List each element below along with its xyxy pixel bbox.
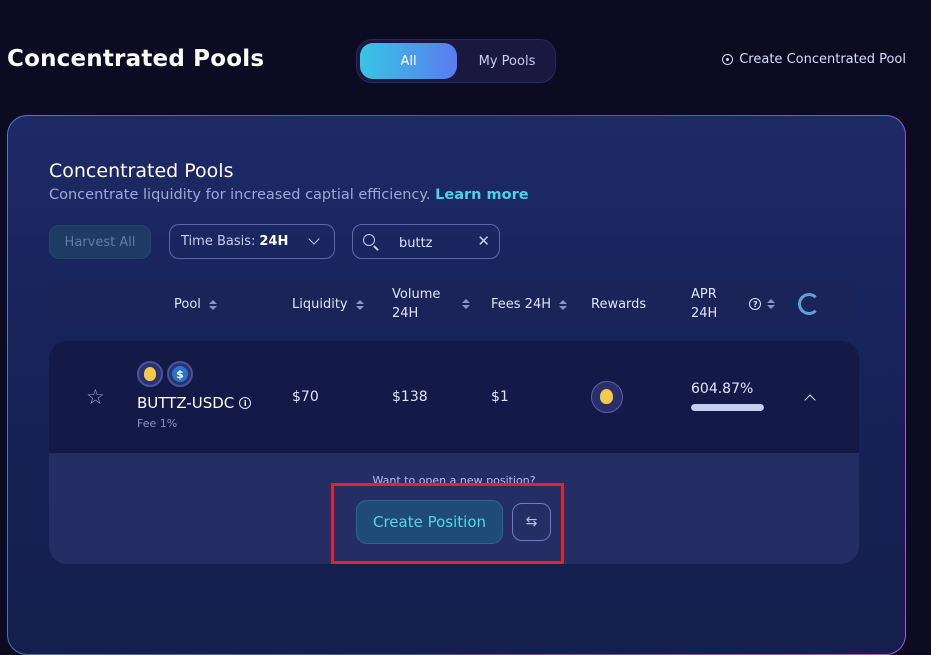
- header-volume-line2: 24H: [392, 306, 419, 321]
- chevron-down-icon: [308, 233, 320, 245]
- pool-filter-toggle: All My Pools: [356, 39, 556, 83]
- pool-fee: Fee 1%: [137, 417, 178, 430]
- apr-progress-bar: [691, 404, 764, 411]
- header-liquidity-label: Liquidity: [292, 297, 348, 312]
- header-rewards: Rewards: [591, 295, 646, 314]
- time-basis-value: 24H: [259, 234, 289, 249]
- help-icon[interactable]: ?: [749, 298, 762, 310]
- highlight-box: [331, 483, 564, 564]
- header-apr-line1: APR: [691, 287, 717, 302]
- learn-more-link[interactable]: Learn more: [435, 187, 528, 203]
- header-fees-label: Fees 24H: [491, 297, 551, 312]
- favorite-star-icon[interactable]: ☆: [86, 385, 105, 409]
- plus-circle-icon: [722, 54, 734, 65]
- pool-apr: 604.87%: [691, 381, 754, 397]
- usdc-token-icon: [167, 361, 193, 387]
- search-icon: [363, 234, 375, 246]
- table-header: Pool Liquidity Volume 24H Fees 24H Rewar…: [49, 280, 859, 328]
- create-concentrated-pool-link[interactable]: Create Concentrated Pool: [722, 52, 906, 67]
- sort-icon: [355, 299, 364, 310]
- pool-pair-name: BUTTZ-USDC: [137, 394, 235, 412]
- panel-title: Concentrated Pools: [49, 160, 234, 182]
- chevron-up-icon[interactable]: [804, 394, 816, 406]
- clear-search-icon[interactable]: ✕: [477, 232, 490, 250]
- header-liquidity[interactable]: Liquidity: [292, 295, 364, 314]
- info-icon[interactable]: i: [239, 397, 252, 409]
- header-pool-label: Pool: [174, 297, 201, 312]
- create-concentrated-pool-label: Create Concentrated Pool: [739, 52, 906, 67]
- table-row[interactable]: ☆ BUTTZ-USDC i Fee 1% $70 $138 $1 604.87…: [49, 341, 859, 453]
- pools-panel: Concentrated Pools Concentrate liquidity…: [7, 115, 906, 655]
- header-apr-label: APR 24H: [691, 285, 717, 323]
- reward-token-icon: [591, 381, 623, 413]
- sort-icon: [767, 299, 776, 309]
- header-volume[interactable]: Volume 24H: [392, 285, 471, 323]
- header-volume-line1: Volume: [392, 287, 441, 302]
- sort-icon: [462, 299, 471, 309]
- panel-subtitle: Concentrate liquidity for increased capt…: [49, 187, 529, 203]
- header-pool[interactable]: Pool: [174, 295, 217, 314]
- tab-all[interactable]: All: [360, 43, 457, 79]
- panel-subtitle-text: Concentrate liquidity for increased capt…: [49, 187, 431, 203]
- pool-fees: $1: [491, 389, 509, 405]
- harvest-all-button[interactable]: Harvest All: [49, 225, 151, 259]
- time-basis-dropdown[interactable]: Time Basis: 24H: [169, 224, 335, 259]
- header-volume-label: Volume 24H: [392, 285, 440, 323]
- header-apr[interactable]: APR 24H ?: [691, 285, 776, 323]
- time-basis-label: Time Basis:: [181, 234, 256, 249]
- search-input[interactable]: [397, 232, 473, 254]
- pool-pair: BUTTZ-USDC i: [137, 394, 252, 412]
- header-fees[interactable]: Fees 24H: [491, 295, 567, 314]
- loading-spinner-icon: [798, 293, 820, 315]
- pool-liquidity: $70: [292, 389, 319, 405]
- apr-progress-fill: [691, 404, 764, 411]
- search-box: ✕: [352, 224, 500, 259]
- sort-icon: [208, 299, 217, 310]
- tab-my-pools[interactable]: My Pools: [460, 43, 554, 79]
- buttz-token-icon: [137, 361, 163, 387]
- page-title: Concentrated Pools: [7, 46, 265, 72]
- header-rewards-label: Rewards: [591, 297, 647, 312]
- pool-volume: $138: [392, 389, 428, 405]
- sort-icon: [559, 299, 567, 310]
- header-apr-line2: 24H: [691, 306, 718, 321]
